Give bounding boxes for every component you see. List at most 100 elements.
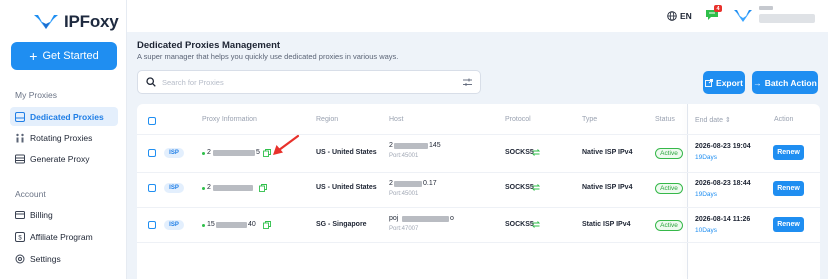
region-cell: US - United States (316, 184, 377, 191)
export-button[interactable]: Export (703, 71, 745, 94)
protocol-cell: SOCKS5 (505, 149, 534, 156)
host-end: 0.17 (423, 180, 437, 187)
row-divider (137, 172, 820, 173)
filter-icon[interactable] (463, 78, 472, 87)
sidebar-item-label: Affiliate Program (30, 231, 93, 242)
host-redacted (402, 216, 449, 222)
proxy-ip-start: 2 (207, 149, 211, 156)
logo[interactable]: IPFoxy (33, 12, 119, 32)
isp-tag: ISP (164, 183, 184, 193)
arrow-icon: → (753, 77, 762, 88)
search-box[interactable] (137, 70, 481, 94)
header-type: Type (582, 116, 598, 123)
header-host: Host (389, 116, 404, 123)
page-subtitle: A super manager that helps you quickly u… (137, 52, 399, 61)
sort-icon: ⇕ (724, 117, 731, 124)
type-cell: Static ISP IPv4 (582, 221, 631, 228)
user-email-redacted (759, 14, 815, 23)
copy-icon[interactable] (259, 184, 267, 192)
region-cell: SG - Singapore (316, 221, 367, 228)
port-cell: Port:47007 (389, 226, 419, 232)
settings-icon (15, 254, 25, 263)
copy-icon[interactable] (263, 221, 271, 229)
sidebar-item-dedicated-proxies[interactable]: Dedicated Proxies (10, 107, 118, 126)
sidebar-item-generate-proxy[interactable]: Generate Proxy (10, 149, 118, 168)
sidebar-item-billing[interactable]: Billing (10, 205, 118, 224)
svg-text:$: $ (18, 235, 22, 241)
sidebar: IPFoxy + Get Started My Proxies Dedicate… (0, 0, 127, 279)
page-title: Dedicated Proxies Management (137, 40, 281, 51)
list-icon (15, 111, 25, 122)
host-end: 145 (429, 142, 441, 149)
host-start: poj (389, 215, 399, 222)
top-bar: EN 4 (127, 0, 828, 32)
host-redacted (394, 143, 428, 149)
brand-name: IPFoxy (64, 12, 119, 31)
row-divider (137, 242, 820, 243)
swap-icon[interactable] (532, 184, 540, 191)
export-label: Export (716, 77, 743, 88)
search-icon (146, 77, 156, 87)
host-redacted (394, 181, 422, 187)
type-cell: Native ISP IPv4 (582, 149, 633, 156)
language-switcher[interactable]: EN (667, 11, 692, 21)
end-date-cell: 2026-08-14 11:26 (695, 216, 751, 223)
protocol-cell: SOCKS5 (505, 184, 534, 191)
online-dot (202, 187, 205, 190)
renew-button[interactable]: Renew (773, 217, 804, 232)
header-status: Status (655, 116, 675, 123)
section-label-account: Account (15, 189, 46, 199)
get-started-label: Get Started (42, 50, 99, 62)
proxies-table (137, 104, 820, 279)
status-badge: Active (655, 148, 683, 159)
row-checkbox[interactable] (148, 149, 156, 157)
host-end: o (450, 215, 454, 222)
host-start: 2 (389, 180, 393, 187)
renew-button[interactable]: Renew (773, 181, 804, 196)
days-remaining: 10Days (695, 227, 718, 234)
protocol-cell: SOCKS5 (505, 221, 534, 228)
section-label-proxies: My Proxies (15, 90, 58, 100)
row-divider (137, 207, 820, 208)
row-checkbox[interactable] (148, 184, 156, 192)
proxy-ip-redacted (216, 222, 247, 228)
select-all-checkbox[interactable] (148, 117, 156, 125)
status-badge: Active (655, 183, 683, 194)
header-region: Region (316, 116, 339, 123)
batch-action-label: Batch Action (764, 77, 817, 88)
user-name-redacted (759, 6, 773, 10)
swap-icon[interactable] (532, 149, 540, 156)
sticky-column-divider (687, 104, 688, 279)
proxy-ip-start: 15 (207, 221, 215, 228)
header-end-date[interactable]: End date ⇕ (695, 116, 731, 124)
search-input[interactable] (162, 77, 452, 87)
end-date-cell: 2026-08-23 18:44 (695, 180, 751, 187)
proxy-ip-start: 2 (207, 184, 211, 191)
isp-tag: ISP (164, 148, 184, 158)
language-label: EN (680, 11, 692, 21)
sidebar-item-settings[interactable]: Settings (10, 249, 118, 268)
header-action: Action (774, 116, 794, 123)
batch-action-button[interactable]: → Batch Action (752, 71, 818, 94)
region-cell: US - United States (316, 149, 377, 156)
annotation-arrow-icon (273, 134, 300, 155)
export-icon (705, 78, 713, 87)
proxy-ip-end: 40 (248, 221, 256, 228)
row-checkbox[interactable] (148, 221, 156, 229)
avatar[interactable] (733, 9, 753, 23)
header-proxy-info: Proxy Information (202, 116, 257, 123)
end-date-label: End date (695, 117, 724, 124)
sidebar-item-rotating-proxies[interactable]: Rotating Proxies (10, 128, 118, 147)
sidebar-item-affiliate-program[interactable]: $ Affiliate Program (10, 227, 118, 246)
port-cell: Port:45001 (389, 153, 419, 159)
swap-icon[interactable] (532, 221, 540, 228)
globe-icon (667, 11, 677, 21)
proxy-ip-end: 5 (256, 149, 260, 156)
header-protocol: Protocol (505, 116, 531, 123)
get-started-button[interactable]: + Get Started (11, 42, 117, 70)
days-remaining: 19Days (695, 154, 718, 161)
sidebar-item-label: Billing (30, 209, 53, 220)
message-count-badge: 4 (714, 5, 722, 12)
sidebar-item-label: Dedicated Proxies (30, 111, 104, 122)
renew-button[interactable]: Renew (773, 145, 804, 160)
